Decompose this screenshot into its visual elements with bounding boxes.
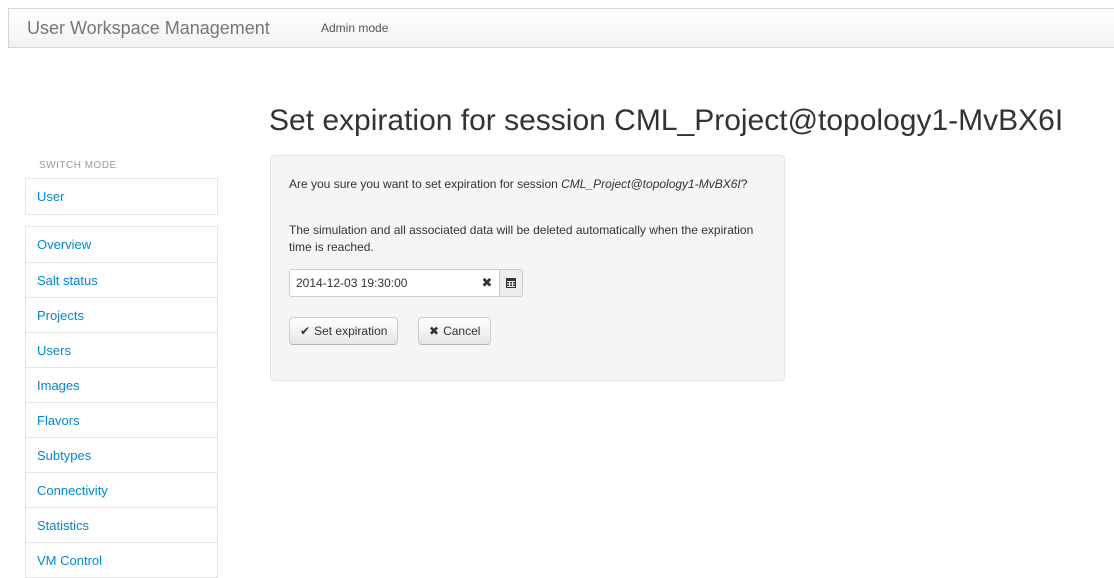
set-expiration-label: Set expiration [314,324,388,338]
sidebar-item-overview[interactable]: Overview [26,227,217,262]
calendar-icon[interactable] [499,269,523,297]
sidebar-item-user[interactable]: User [26,179,217,214]
sidebar-item-statistics[interactable]: Statistics [26,507,217,542]
check-icon: ✔ [300,324,311,338]
session-name: CML_Project@topology1-MvBX6I [561,177,741,191]
sidebar-item-connectivity[interactable]: Connectivity [26,472,217,507]
switch-mode-header: SWITCH MODE [39,160,117,171]
mode-switch-nav: User [25,178,218,215]
confirm-message: Are you sure you want to set expiration … [289,176,769,193]
clear-date-icon[interactable]: ✖ [476,269,498,297]
page-title: Set expiration for session CML_Project@t… [269,104,1064,137]
cancel-label: Cancel [443,324,481,338]
sidebar-item-users[interactable]: Users [26,332,217,367]
admin-mode-label[interactable]: Admin mode [321,21,388,35]
admin-sidebar-nav: Overview Salt status Projects Users Imag… [25,226,218,578]
expiration-form-panel: Are you sure you want to set expiration … [270,155,785,381]
sidebar-item-salt-status[interactable]: Salt status [26,262,217,297]
set-expiration-button[interactable]: ✔ Set expiration [289,317,399,345]
sidebar-item-flavors[interactable]: Flavors [26,402,217,437]
calendar-icon-glyph [506,278,516,288]
sidebar-item-vm-control[interactable]: VM Control [26,542,217,577]
sidebar-item-projects[interactable]: Projects [26,297,217,332]
cancel-button[interactable]: ✖ Cancel [418,317,492,345]
confirm-prefix: Are you sure you want to set expiration … [289,177,562,191]
sidebar-item-subtypes[interactable]: Subtypes [26,437,217,472]
sidebar-item-images[interactable]: Images [26,367,217,402]
expiration-info-message: The simulation and all associated data w… [289,223,754,254]
top-navbar: User Workspace Management Admin mode [8,8,1114,48]
expiration-datetime-input[interactable] [289,269,499,297]
times-icon: ✖ [429,324,440,338]
confirm-suffix: ? [740,177,748,191]
app-brand[interactable]: User Workspace Management [27,18,270,39]
